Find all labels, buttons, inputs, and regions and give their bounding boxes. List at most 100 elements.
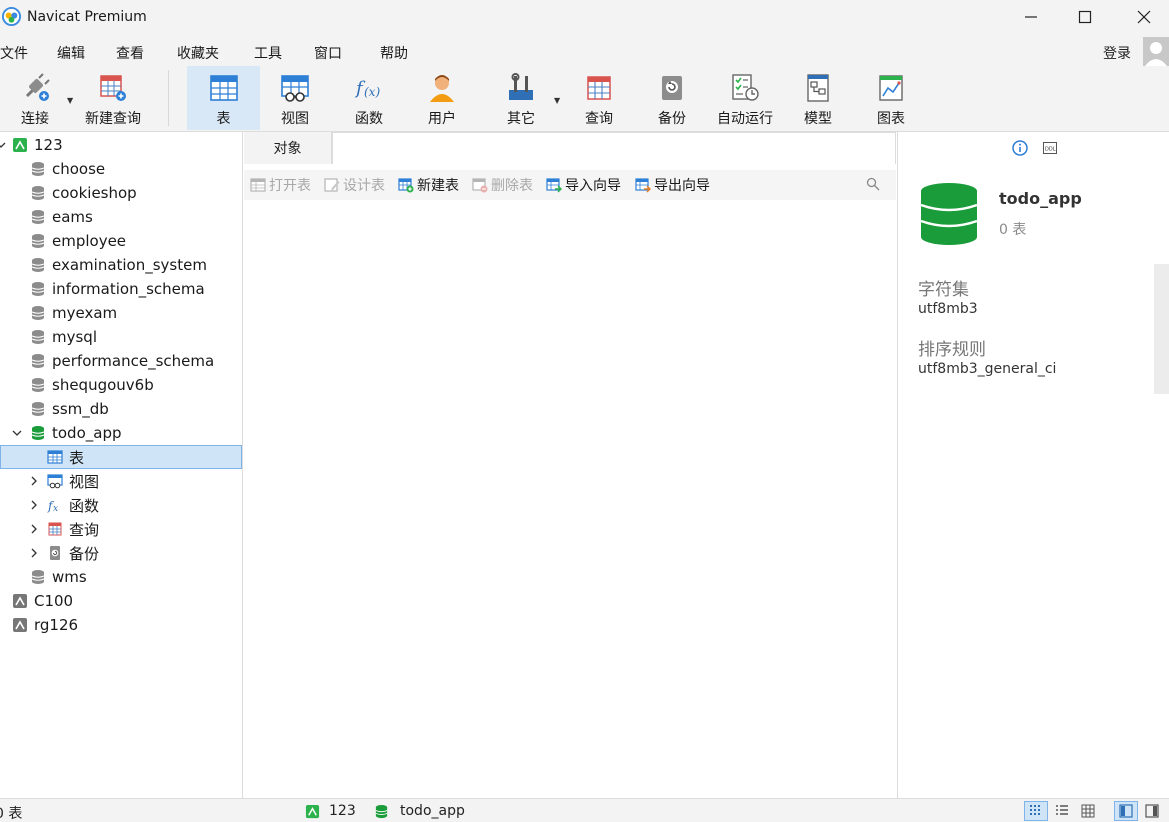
tree-db-item[interactable]: eams [30, 205, 93, 229]
svg-text:(x): (x) [364, 85, 380, 99]
function-icon: f (x) [354, 78, 380, 99]
backups-expand-icon[interactable] [29, 548, 39, 558]
database-icon [31, 306, 45, 320]
tree-db-item[interactable]: myexam [30, 301, 117, 325]
view-tool-button[interactable]: 视图 [262, 66, 328, 130]
tree-db-item[interactable]: information_schema [30, 277, 205, 301]
menu-window[interactable]: 窗口 [314, 43, 342, 63]
tree-queries-node[interactable]: 查询 [47, 517, 99, 541]
design-table-button[interactable]: 设计表 [324, 176, 385, 194]
connection-icon [13, 594, 27, 608]
info-db-name: todo_app [999, 189, 1082, 208]
menu-help[interactable]: 帮助 [380, 43, 408, 63]
connection-icon [305, 804, 320, 819]
charset-label: 字符集 [918, 280, 969, 300]
window-title: Navicat Premium [27, 9, 147, 25]
queries-expand-icon[interactable] [29, 524, 39, 534]
tree-db-item[interactable]: ssm_db [30, 397, 109, 421]
view-icon [47, 474, 63, 489]
backup-icon [662, 76, 682, 100]
tree-views-node[interactable]: 视图 [47, 469, 99, 493]
tree-db-item[interactable]: cookieshop [30, 181, 137, 205]
tree-connection-label: 123 [34, 136, 63, 154]
table-icon [47, 450, 63, 464]
model-tool-button[interactable]: 模型 [785, 66, 851, 130]
todo-app-collapse-icon[interactable] [12, 428, 22, 438]
ddl-icon[interactable]: DDL [1042, 140, 1058, 156]
info-icon[interactable] [1012, 140, 1028, 156]
tree-db-item[interactable]: performance_schema [30, 349, 214, 373]
menu-edit[interactable]: 编辑 [57, 43, 85, 63]
connect-dropdown-icon[interactable]: ▼ [67, 96, 73, 105]
tree-db-label: examination_system [52, 256, 207, 274]
delete-table-button[interactable]: 删除表 [472, 176, 533, 194]
info-scrollbar[interactable] [1154, 264, 1169, 394]
login-link[interactable]: 登录 [1103, 43, 1131, 63]
object-list-area[interactable] [244, 202, 896, 798]
connect-button[interactable]: 连接 [8, 66, 62, 130]
toggle-preview-button[interactable] [1140, 801, 1164, 821]
automation-tool-button[interactable]: 自动运行 [712, 66, 778, 130]
backup-tool-button[interactable]: 备份 [639, 66, 705, 130]
search-icon[interactable] [866, 177, 880, 191]
detail-view-icon [1056, 805, 1068, 815]
detail-view-button[interactable] [1050, 801, 1074, 821]
tree-db-label: mysql [52, 328, 97, 346]
tree-db-item[interactable]: shequgouv6b [30, 373, 154, 397]
menu-tools[interactable]: 工具 [254, 43, 282, 63]
delete-table-icon [472, 178, 488, 193]
function-tool-button[interactable]: f (x) 函数 [336, 66, 402, 130]
views-expand-icon[interactable] [29, 476, 39, 486]
tree-functions-node[interactable]: fx 函数 [47, 493, 99, 517]
tree-db-item[interactable]: wms [30, 565, 87, 589]
import-wizard-button[interactable]: 导入向导 [546, 176, 621, 194]
object-toolbar: 打开表 设计表 新建表 删除表 导入向导 导出向导 [244, 170, 896, 200]
backup-icon [50, 546, 60, 560]
other-tool-button[interactable]: 其它 [488, 66, 554, 130]
new-query-button[interactable]: 新建查询 [80, 66, 146, 130]
query-tool-button[interactable]: 查询 [566, 66, 632, 130]
close-button[interactable] [1121, 0, 1167, 34]
maximize-button[interactable] [1062, 0, 1108, 34]
tab-objects[interactable]: 对象 [244, 132, 332, 164]
tree-db-item[interactable]: mysql [30, 325, 97, 349]
minimize-button[interactable] [1008, 0, 1054, 34]
connection-collapse-icon[interactable] [0, 140, 6, 150]
tree-connection-item[interactable]: rg126 [12, 613, 78, 637]
connection-icon [13, 618, 27, 632]
tree-db-item[interactable]: choose [30, 157, 105, 181]
model-icon [807, 74, 829, 102]
tab-objects-label: 对象 [273, 141, 302, 157]
tree-db-item[interactable]: examination_system [30, 253, 207, 277]
menu-view[interactable]: 查看 [116, 43, 144, 63]
open-table-button[interactable]: 打开表 [250, 176, 311, 194]
chart-tool-button[interactable]: 图表 [858, 66, 924, 130]
table-tool-label: 表 [216, 111, 231, 127]
tree-connection-item[interactable]: C100 [12, 589, 73, 613]
other-dropdown-icon[interactable]: ▼ [554, 96, 560, 105]
avatar[interactable] [1143, 37, 1169, 66]
database-icon [31, 354, 45, 368]
menu-favorites[interactable]: 收藏夹 [177, 43, 219, 63]
tree-db-todo-app[interactable]: todo_app [30, 421, 122, 445]
toggle-info-panel-button[interactable] [1114, 801, 1138, 821]
query-icon [587, 76, 611, 100]
functions-expand-icon[interactable] [29, 500, 39, 510]
list-view-button[interactable] [1024, 801, 1048, 821]
tree-connection-123[interactable]: 123 [12, 133, 63, 157]
table-tool-button[interactable]: 表 [187, 66, 260, 130]
tree-db-item[interactable]: employee [30, 229, 126, 253]
menu-file[interactable]: 文件 [0, 43, 28, 63]
tree-tables-node[interactable]: 表 [0, 445, 242, 469]
navicat-window: Navicat Premium 文件 编辑 查看 收藏夹 工具 窗口 帮助 登录 [0, 0, 1169, 822]
tree-queries-label: 查询 [69, 520, 100, 539]
new-table-button[interactable]: 新建表 [398, 176, 459, 194]
tab-bar: 对象 [244, 132, 896, 164]
export-wizard-button[interactable]: 导出向导 [635, 176, 710, 194]
tree-backups-node[interactable]: 备份 [47, 541, 99, 565]
grid-view-button[interactable] [1076, 801, 1100, 821]
object-panel: 对象 打开表 设计表 新建表 删除表 导入向导 导出向导 [244, 132, 896, 798]
navicat-logo-icon [2, 7, 21, 26]
user-tool-button[interactable]: 用户 [409, 66, 475, 130]
database-icon [31, 426, 45, 440]
